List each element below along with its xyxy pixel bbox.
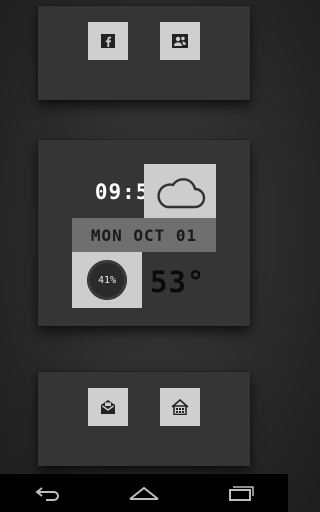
recents-icon	[229, 486, 254, 501]
facebook-shortcut[interactable]	[88, 22, 128, 60]
weather-tile[interactable]	[144, 164, 216, 220]
cloud-icon	[157, 178, 206, 209]
mail-shortcut[interactable]	[88, 388, 128, 426]
back-icon	[35, 487, 59, 501]
back-button[interactable]	[18, 474, 78, 512]
top-shortcut-panel	[38, 6, 250, 100]
home-icon	[171, 399, 189, 415]
recents-button[interactable]	[210, 474, 270, 512]
battery-indicator: 41%	[87, 260, 127, 300]
home-shortcut[interactable]	[160, 388, 200, 426]
home-nav-icon	[129, 486, 159, 500]
navigation-bar	[0, 474, 288, 512]
clock-weather-widget[interactable]: 09:53 MON OCT 01 41% 53°	[38, 140, 250, 326]
mail-icon	[101, 400, 115, 414]
contacts-shortcut[interactable]	[160, 22, 200, 60]
home-nav-button[interactable]	[114, 474, 174, 512]
temperature-label: 53°	[150, 265, 206, 299]
battery-tile[interactable]: 41%	[72, 252, 142, 308]
bottom-shortcut-panel	[38, 372, 250, 466]
date-label: MON OCT 01	[72, 218, 216, 252]
facebook-icon	[101, 34, 115, 48]
battery-percent: 41%	[97, 274, 117, 286]
contacts-icon	[172, 34, 188, 48]
